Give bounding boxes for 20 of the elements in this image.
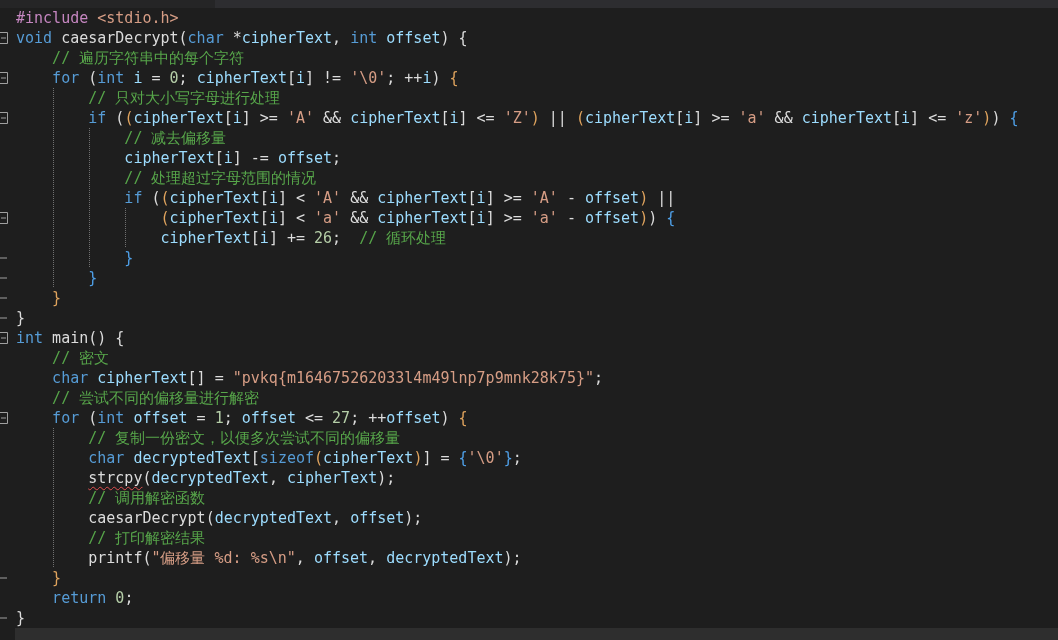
fold-collapse-icon[interactable] (0, 112, 8, 124)
code-line: #include <stdio.h> (16, 8, 179, 28)
code-line: return 0; (51, 588, 134, 608)
fold-collapse-icon[interactable] (0, 72, 8, 84)
fold-collapse-icon[interactable] (0, 332, 8, 344)
code-line: } (16, 308, 26, 328)
code-line: } (16, 608, 26, 628)
fold-collapse-icon[interactable] (0, 412, 8, 424)
code-line: // 密文 (51, 348, 110, 368)
fold-collapse-icon[interactable] (0, 32, 8, 44)
code-line: int main() { (16, 328, 125, 348)
code-line: for (int i = 0; cipherText[i] != '\0'; ++i) { (51, 68, 459, 88)
code-line: void caesarDecrypt(char *cipherText, int offset) { (16, 28, 468, 48)
fold-collapse-icon[interactable] (0, 212, 8, 224)
code-line: for (int offset = 1; offset <= 27; ++offset) { (51, 408, 468, 428)
code-line: // 尝试不同的偏移量进行解密 (51, 388, 260, 408)
code-line: } (51, 568, 62, 588)
code-line: // 遍历字符串中的每个字符 (51, 48, 245, 68)
code-line: char cipherText[] = "pvkq{m164675262033l4m49lnp7p9mnk28k75}"; (51, 368, 603, 388)
code-line: } (51, 288, 62, 308)
